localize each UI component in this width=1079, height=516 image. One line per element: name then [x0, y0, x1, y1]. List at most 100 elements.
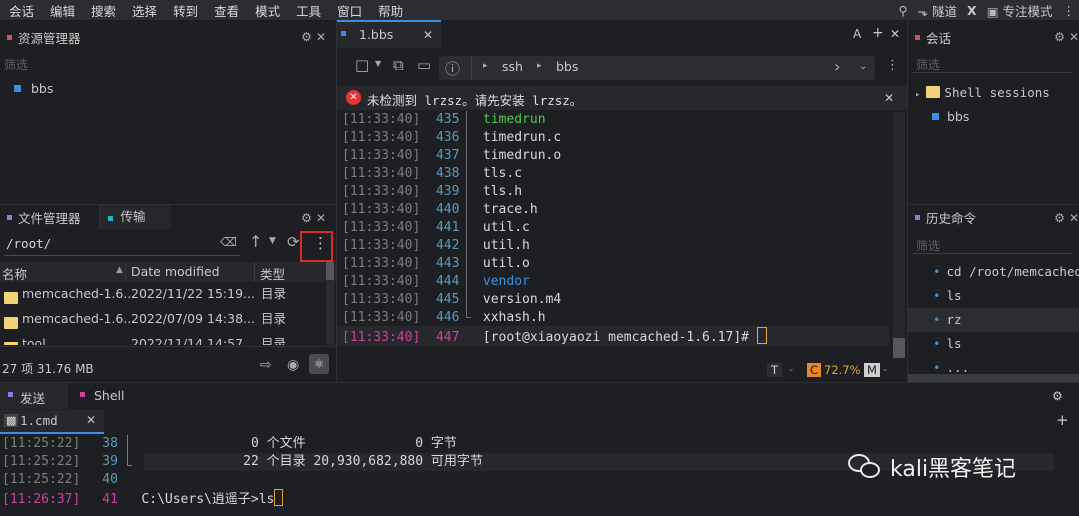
add-tab-icon[interactable]: +: [872, 25, 884, 41]
new-session-icon[interactable]: □: [355, 56, 369, 74]
gear-icon[interactable]: ⚙: [301, 211, 316, 225]
location-icon[interactable]: ◉: [287, 357, 299, 373]
history-item[interactable]: • cd /root/memcached-1...: [908, 260, 1079, 284]
tab-file-manager[interactable]: 文件管理器: [18, 208, 81, 227]
more-options-icon[interactable]: ⋮: [313, 234, 328, 252]
chevron-right-icon[interactable]: ›: [834, 57, 840, 76]
menu-search[interactable]: 搜索: [82, 1, 123, 20]
search-icon[interactable]: ⚲: [898, 3, 907, 18]
path-input[interactable]: /root/: [6, 236, 51, 251]
close-icon[interactable]: ✕: [884, 91, 894, 105]
sessions-filter[interactable]: 筛选: [916, 56, 940, 73]
scrollbar-thumb[interactable]: [326, 262, 334, 280]
header-date[interactable]: Date modified: [131, 264, 220, 279]
row-name: memcached-1.6...: [22, 311, 136, 326]
close-icon[interactable]: ✕: [1069, 30, 1079, 44]
close-icon[interactable]: ✕: [1069, 211, 1079, 225]
menu-tools[interactable]: 工具: [287, 1, 328, 20]
refresh-icon[interactable]: ⟳: [287, 233, 300, 251]
history-item[interactable]: • rz: [908, 308, 1079, 332]
terminal-prompt-line[interactable]: [11:33:40] 447 [root@xiaoyaozi memcached…: [342, 327, 767, 345]
focus-mode-button[interactable]: ▣ 专注模式: [987, 1, 1053, 20]
explorer-item-bbs[interactable]: bbs: [14, 81, 53, 96]
header-type[interactable]: 类型: [260, 264, 285, 283]
close-icon[interactable]: ✕: [316, 211, 330, 225]
timestamp: [11:33:40]: [342, 130, 421, 145]
header-name[interactable]: 名称: [2, 264, 27, 283]
menu-goto[interactable]: 转到: [164, 1, 205, 20]
sftp-icon[interactable]: ▭: [417, 56, 431, 74]
status-t[interactable]: T: [767, 363, 783, 377]
tunnel-button[interactable]: ⬎ 隧道: [918, 1, 957, 20]
up-arrow-icon[interactable]: ↑: [249, 232, 262, 251]
info-icon[interactable]: ⓘ: [445, 58, 460, 79]
file-list-scrollbar[interactable]: [326, 262, 334, 345]
row-name: memcached-1.6...: [22, 286, 136, 301]
chevron-down-icon[interactable]: ▼: [269, 236, 276, 246]
session-item-bbs[interactable]: bbs: [932, 109, 969, 124]
history-filter[interactable]: 筛选: [916, 237, 940, 254]
status-m[interactable]: M: [864, 363, 880, 377]
address-bar[interactable]: ⓘ ▸ ssh ▸ bbs › ⌄: [439, 56, 875, 80]
history-item[interactable]: • ls: [908, 332, 1079, 356]
chevron-down-icon[interactable]: ▼: [375, 59, 381, 68]
session-group[interactable]: ▸ Shell sessions: [915, 85, 1050, 100]
chevron-right-icon[interactable]: ▸: [915, 90, 920, 100]
line-number: 40: [102, 472, 118, 487]
scrollbar-thumb[interactable]: [893, 338, 905, 358]
tab-transfer[interactable]: 传输: [98, 205, 170, 229]
path-bar: /root/ ⌫ ↑ ▼ ⟳ ⋮: [0, 231, 336, 262]
close-icon[interactable]: ✕: [316, 30, 330, 44]
tab-send[interactable]: 发送: [0, 383, 68, 409]
duplicate-icon[interactable]: ⧉: [393, 56, 404, 74]
line-text: trace.h: [482, 202, 538, 217]
gear-icon[interactable]: ⚙: [1054, 30, 1069, 44]
terminal-line: [11:33:40] 440 trace.h: [342, 201, 538, 219]
line-text: util.c: [482, 220, 530, 235]
more-icon[interactable]: ⋮: [886, 58, 899, 73]
explorer-filter[interactable]: 筛选: [4, 56, 28, 73]
tab-1-bbs[interactable]: 1.bbs ✕: [337, 20, 441, 48]
line-text: 0 个文件 0 字节: [133, 436, 457, 451]
font-a-icon[interactable]: A: [853, 27, 861, 41]
menu-help[interactable]: 帮助: [369, 1, 410, 20]
terminal-scrollbar[interactable]: [893, 112, 905, 358]
clear-icon[interactable]: ⌫: [220, 235, 237, 249]
close-icon[interactable]: ✕: [890, 27, 900, 41]
add-tab-icon[interactable]: +: [1056, 411, 1069, 429]
line-number: 446: [435, 310, 460, 325]
menu-edit[interactable]: 编辑: [41, 1, 82, 20]
status-t-label: T: [771, 363, 779, 377]
share-icon[interactable]: ⚛: [309, 354, 329, 374]
sessions-panel: 会话 ⚙✕ 筛选 ▸ Shell sessions bbs: [908, 24, 1079, 204]
menu-window[interactable]: 窗口: [328, 1, 369, 20]
history-scrollbar[interactable]: [908, 374, 1079, 382]
close-icon[interactable]: ✕: [86, 413, 96, 427]
menu-session[interactable]: 会话: [0, 1, 41, 20]
table-row[interactable]: memcached-1.6... 2022/07/09 14:38... 目录: [0, 308, 326, 330]
close-icon[interactable]: ✕: [423, 28, 433, 42]
menu-view[interactable]: 查看: [205, 1, 246, 20]
open-folder-icon[interactable]: ⇨: [260, 357, 272, 373]
history-item[interactable]: • ls: [908, 284, 1079, 308]
line-number: 440: [435, 202, 460, 217]
bottom-scrollbar[interactable]: [1068, 433, 1078, 493]
menubar: 会话 编辑 搜索 选择 转到 查看 模式 工具 窗口 帮助 ⚲ ⬎ 隧道 X ▣…: [0, 0, 1079, 21]
breadcrumb-ssh[interactable]: ssh: [502, 59, 523, 74]
menu-select[interactable]: 选择: [123, 1, 164, 20]
line-number: 437: [435, 148, 460, 163]
more-icon[interactable]: ⋮: [1063, 3, 1076, 18]
gear-icon[interactable]: ⚙: [301, 30, 316, 44]
chevron-down-icon[interactable]: ⌄: [859, 61, 867, 72]
x-button[interactable]: X: [967, 3, 977, 18]
gear-icon[interactable]: ⚙: [1052, 389, 1063, 403]
subtab-1-cmd[interactable]: ▩ 1.cmd ✕: [0, 410, 104, 434]
table-row[interactable]: tool 2022/11/14 14:57... 目录: [0, 333, 326, 345]
table-row[interactable]: memcached-1.6... 2022/11/22 15:19... 目录: [0, 283, 326, 305]
line-text: util.o: [482, 256, 530, 271]
breadcrumb-bbs[interactable]: bbs: [556, 59, 578, 74]
status-c[interactable]: C: [807, 363, 822, 377]
cmd-prompt-line[interactable]: [11:26:37] 41 C:\Users\逍遥子>ls: [2, 489, 284, 507]
gear-icon[interactable]: ⚙: [1054, 211, 1069, 225]
menu-mode[interactable]: 模式: [246, 1, 287, 20]
